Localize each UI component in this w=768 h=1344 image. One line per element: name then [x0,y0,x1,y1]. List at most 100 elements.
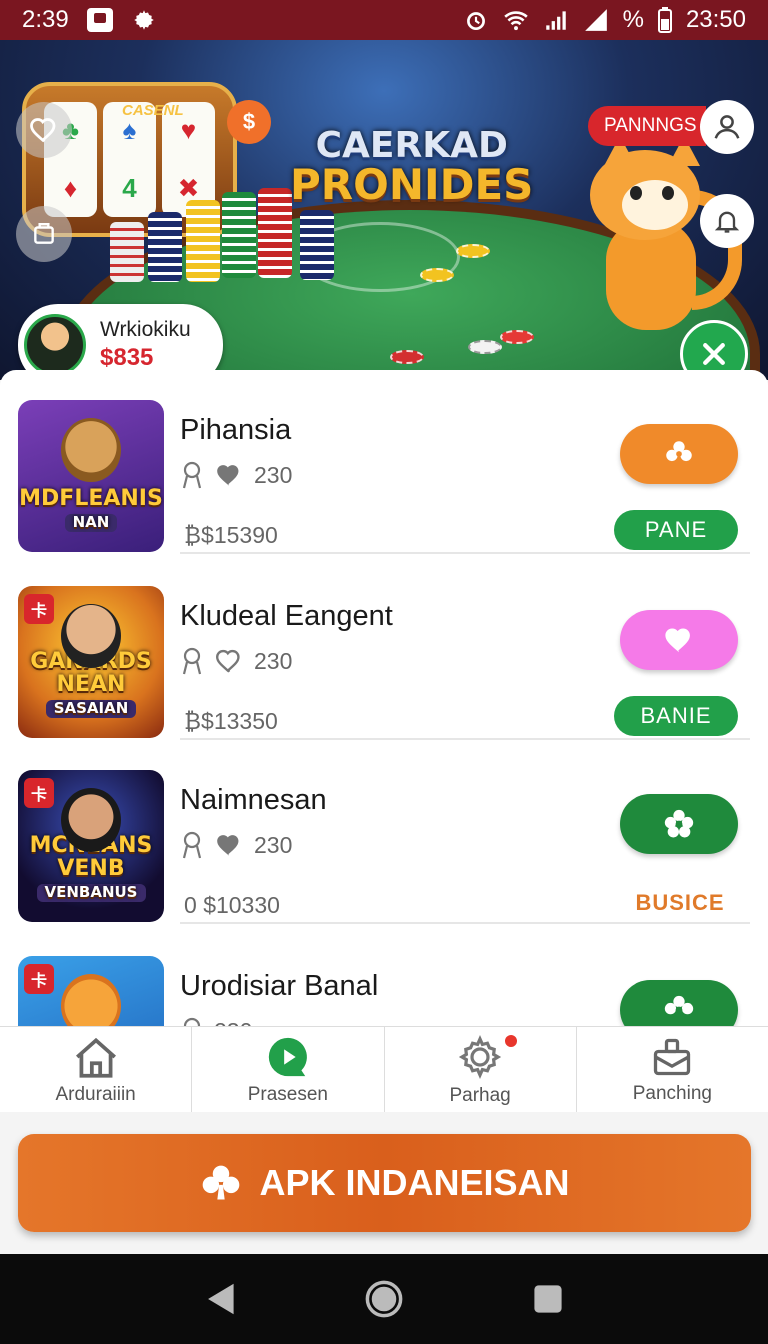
game-thumbnail[interactable]: MDFLEANIS NAN [18,400,164,552]
list-item[interactable]: 卡 MCNEANS VENBVENBANUS Naimnesan 230 0 $… [0,740,768,924]
chip-stack [222,192,256,278]
prize-value: $10330 [203,892,280,918]
club-icon [666,441,692,462]
game-thumbnail[interactable]: 卡 GANARDS NEANSASAIAN [18,586,164,738]
back-icon[interactable] [203,1280,237,1318]
game-meta: 230 [180,830,292,860]
download-apk-button[interactable]: APK INDANEISAN [18,1134,751,1232]
game-thumbnail[interactable]: 卡 MCNEANS VENBVENBANUS [18,770,164,922]
recents-icon[interactable] [531,1282,565,1316]
avatar [24,314,86,376]
system-nav-bar [0,1254,768,1344]
prize-prefix: ₿ [184,522,202,548]
rankings-label: PANNNGS [604,115,697,136]
slot-reel: ♠ 4 [103,102,156,217]
heart-icon[interactable] [214,832,244,858]
dollar-icon: $ [242,109,256,134]
game-meta: 230 [180,460,292,490]
club-icon [203,1165,240,1200]
chip [390,350,424,364]
nav-item-gift[interactable]: Panching [577,1027,768,1112]
wallet-button[interactable] [16,206,72,262]
tag-label[interactable]: BUSICE [618,890,742,916]
wifi-icon [503,11,528,31]
nav-item-home[interactable]: Arduraiiin [0,1027,193,1112]
thumb-label: MDFLEANIS [19,486,163,512]
tag-button[interactable]: BANIE [614,696,738,736]
chip [500,330,534,344]
hot-badge: 卡 [24,964,54,994]
home-circle-icon[interactable] [363,1278,405,1320]
logo-line-2: PRONIDES [290,160,534,209]
player-balance: $835 [100,344,154,371]
bell-icon [714,211,740,233]
chip [456,244,490,258]
game-thumbnail[interactable]: 卡 [18,956,164,1030]
mascot-cat [580,136,742,350]
alarm-icon [466,12,485,31]
game-meta: 230 [180,646,292,676]
prize-value: $13350 [201,708,278,734]
hot-badge: 卡 [24,594,54,624]
game-title: Urodisiar Banal [180,970,379,1002]
player-card[interactable]: Wrkiokiku $835 [18,304,223,380]
like-count: 230 [254,647,293,674]
bottom-nav: Arduraiiin Prasesen Parhag Panching [0,1026,768,1112]
game-prize: ₿$13350 [184,708,278,735]
trophy-icon [182,647,202,675]
settings-gear-icon [133,10,154,30]
hero-banner: ♣♦ ♠4 ♥✖ CASENL CAERKAD PRONIDES $ PANNN… [0,40,768,380]
prize-prefix: 0 [184,892,197,918]
wallet-icon [34,223,54,244]
status-clock: 23:50 [685,6,746,33]
notification-icon [86,8,113,32]
favorite-button[interactable] [16,102,72,158]
like-count: 230 [254,831,293,858]
battery-percent: % [622,6,644,33]
chip-stack [148,212,182,282]
heart-outline-icon[interactable] [214,648,244,674]
status-bar: 2:39 % 23:50 [0,0,768,40]
tag-button[interactable]: PANE [614,510,738,550]
nav-item-settings[interactable]: Parhag [385,1027,577,1112]
game-title: Kludeal Eangent [180,600,393,632]
chip [420,268,454,282]
game-logo: CAERKAD PRONIDES [290,128,533,206]
play-button[interactable] [620,980,738,1030]
list-item[interactable]: 卡 GANARDS NEANSASAIAN Kludeal Eangent 23… [0,556,768,740]
rankings-button[interactable]: PANNNGS [588,106,706,146]
profile-button[interactable] [700,100,754,154]
hot-badge: 卡 [24,778,54,808]
game-prize: 0 $10330 [184,892,280,919]
trophy-icon [182,831,202,859]
game-list[interactable]: MDFLEANIS NAN Pihansia 230 ₿$15390 PANE 卡… [0,370,768,1030]
play-button[interactable] [620,424,738,484]
chip-stack [300,210,334,280]
slot-machine-title: CASENL [122,102,184,119]
cta-area: APK INDANEISAN [0,1112,768,1254]
nav-label: Prasesen [247,1083,329,1105]
flower-icon [664,809,694,838]
chip [468,340,502,354]
game-title: Pihansia [180,414,292,446]
list-item[interactable]: MDFLEANIS NAN Pihansia 230 ₿$15390 PANE [0,370,768,554]
heart-icon [665,628,690,653]
chip-stack [258,188,292,278]
heart-icon[interactable] [214,462,244,488]
gear-icon [458,1034,502,1079]
favorite-game-button[interactable] [620,610,738,670]
home-icon [75,1037,116,1078]
cta-label: APK INDANEISAN [259,1162,570,1203]
like-count: 230 [254,461,293,488]
heart-icon [30,118,56,143]
play-button[interactable] [620,794,738,854]
thumb-sub: NAN [64,514,118,532]
thumb-sub: SASAIAN [45,700,137,718]
game-title: Naimnesan [180,784,327,816]
list-item[interactable]: 卡 Urodisiar Banal 230 [0,926,768,1030]
nav-item-play[interactable]: Prasesen [192,1027,385,1112]
nav-label: Parhag [449,1084,511,1106]
notifications-button[interactable] [700,194,754,248]
user-icon [714,115,740,139]
coin-button[interactable]: $ [227,100,271,144]
